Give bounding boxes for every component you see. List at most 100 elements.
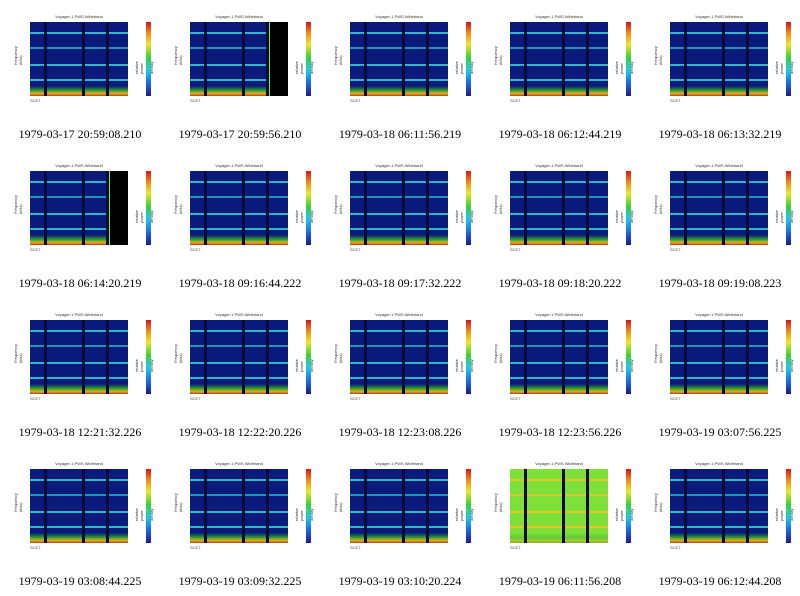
x-axis-tick-label: SCET [190,545,201,550]
data-gap [586,469,589,543]
data-gap [426,320,429,394]
data-gap [266,320,269,394]
colorbar-label: relative power spectral density [134,209,154,223]
data-gap [722,320,725,394]
data-gap [426,469,429,543]
spectrogram-plot [670,320,768,394]
timestamp-caption: 1979-03-18 09:18:20.222 [498,276,622,290]
colorbar-label: relative power spectral density [614,60,634,74]
x-axis-tick-label: SCET [190,98,201,103]
data-gap [746,171,749,245]
colorbar-label: relative power spectral density [134,507,154,521]
spectrogram-plot [670,171,768,245]
colorbar-label: relative power spectral density [294,507,314,521]
colorbar-label: relative power spectral density [294,60,314,74]
y-axis-label: Frequency (kHz) [13,344,23,363]
x-axis-tick-label: SCET [30,545,41,550]
colorbar [306,469,311,543]
spectrogram-plot [190,469,288,543]
colorbar [466,22,471,96]
data-gap [82,171,85,245]
colorbar [306,320,311,394]
boundary-line [109,171,110,245]
colorbar [626,22,631,96]
data-gap [204,22,207,96]
spectrogram-cell: Voyager-1 PWS Wideband Frequency (kHz) rel… [480,298,640,447]
panel-title: Voyager-1 PWS Wideband [215,163,263,168]
spectrogram-cell: Voyager-1 PWS Wideband Frequency (kHz) rel… [160,447,320,596]
spectrogram-plot [30,171,128,245]
x-axis-tick-label: SCET [670,247,681,252]
colorbar [466,469,471,543]
panel-title: Voyager-1 PWS Wideband [695,312,743,317]
spectrogram-grid: Voyager-1 PWS Wideband Frequency (kHz) rel… [0,0,800,596]
colorbar [146,320,151,394]
y-axis-label: Frequency (kHz) [173,46,183,65]
timestamp-caption: 1979-03-17 20:59:08.210 [18,127,142,141]
y-axis-label: Frequency (kHz) [493,46,503,65]
colorbar [626,171,631,245]
y-axis-label: Frequency (kHz) [653,46,663,65]
colorbar-label: relative power spectral density [774,209,794,223]
data-gap [524,22,527,96]
timestamp-caption: 1979-03-17 20:59:56.210 [178,127,302,141]
data-gap [684,469,687,543]
colorbar-label: relative power spectral density [454,507,474,521]
y-axis-label: Frequency (kHz) [173,195,183,214]
data-gap [684,22,687,96]
colorbar [626,469,631,543]
y-axis-label: Frequency (kHz) [173,493,183,512]
data-gap [44,171,47,245]
timestamp-caption: 1979-03-19 03:09:32.225 [178,574,302,588]
x-axis-tick-label: SCET [670,396,681,401]
spectrogram-plot [510,171,608,245]
panel-title: Voyager-1 PWS Wideband [375,312,423,317]
data-gap [524,320,527,394]
data-gap [586,22,589,96]
panel-title: Voyager-1 PWS Wideband [535,312,583,317]
timestamp-caption: 1979-03-18 12:22:20.226 [178,425,302,439]
data-gap [562,320,565,394]
spectrogram-cell: Voyager-1 PWS Wideband Frequency (kHz) rel… [0,0,160,149]
data-gap [82,320,85,394]
colorbar-label: relative power spectral density [774,507,794,521]
data-gap [364,22,367,96]
spectrogram-plot [190,320,288,394]
x-axis-tick-label: SCET [670,98,681,103]
data-gap [722,469,725,543]
colorbar-label: relative power spectral density [614,507,634,521]
data-gap [266,171,269,245]
spectrogram-plot [190,171,288,245]
data-gap [746,22,749,96]
spectrogram-cell: Voyager-1 PWS Wideband Frequency (kHz) rel… [640,298,800,447]
data-gap [402,469,405,543]
colorbar-label: relative power spectral density [614,209,634,223]
data-gap [586,320,589,394]
x-axis-tick-label: SCET [350,247,361,252]
timestamp-caption: 1979-03-18 06:13:32.219 [658,127,782,141]
colorbar [786,320,791,394]
panel-title: Voyager-1 PWS Wideband [375,14,423,19]
spectrogram-plot [670,22,768,96]
data-gap [562,22,565,96]
y-axis-label: Frequency (kHz) [13,46,23,65]
spectrogram-cell: Voyager-1 PWS Wideband Frequency (kHz) rel… [0,149,160,298]
y-axis-label: Frequency (kHz) [493,195,503,214]
colorbar-label: relative power spectral density [134,358,154,372]
x-axis-tick-label: SCET [350,545,361,550]
panel-title: Voyager-1 PWS Wideband [215,461,263,466]
spectrogram-plot [350,469,448,543]
panel-title: Voyager-1 PWS Wideband [695,14,743,19]
colorbar-label: relative power spectral density [774,358,794,372]
spectrogram-cell: Voyager-1 PWS Wideband Frequency (kHz) rel… [160,298,320,447]
colorbar [146,171,151,245]
colorbar [306,171,311,245]
missing-data-region [270,22,288,96]
data-gap [722,171,725,245]
colorbar [786,22,791,96]
data-gap [82,22,85,96]
spectrogram-cell: Voyager-1 PWS Wideband Frequency (kHz) rel… [320,149,480,298]
spectrogram-plot [350,171,448,245]
spectrogram-cell: Voyager-1 PWS Wideband Frequency (kHz) rel… [320,0,480,149]
data-gap [364,320,367,394]
